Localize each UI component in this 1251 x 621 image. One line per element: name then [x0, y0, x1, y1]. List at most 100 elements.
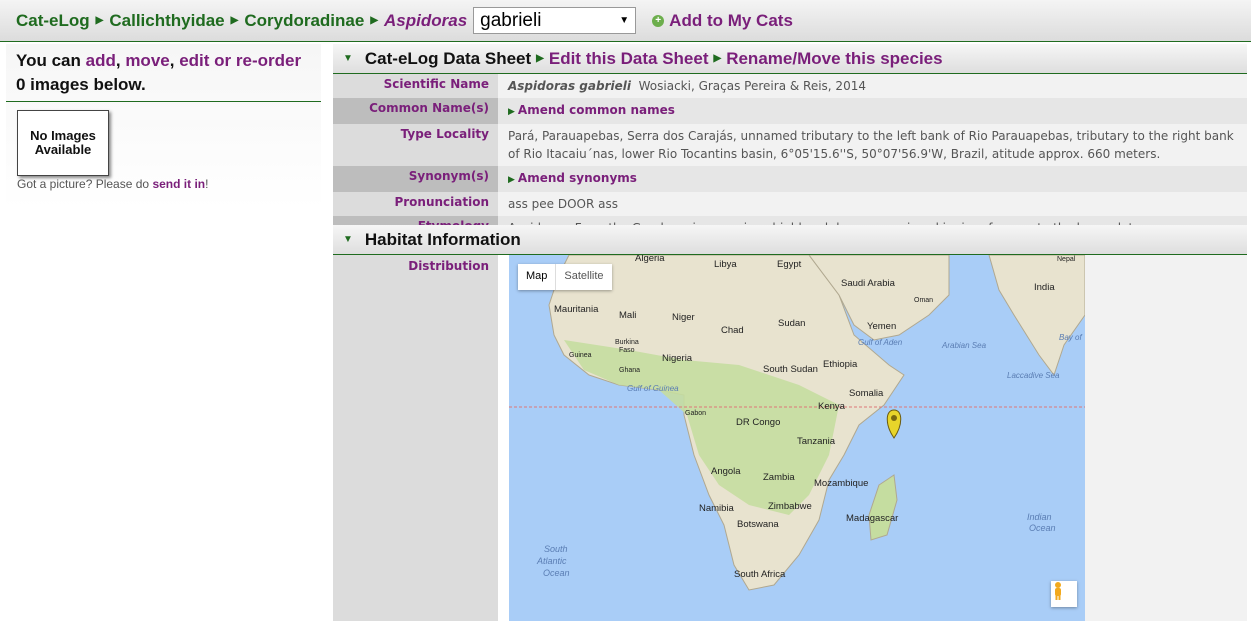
plus-icon: +	[652, 14, 665, 27]
edit-reorder-link[interactable]: edit or re-order	[179, 51, 301, 70]
synonyms-label: Synonym(s)	[333, 166, 498, 192]
map-label: Nepal	[1057, 256, 1076, 263]
location-marker-icon[interactable]	[886, 409, 902, 439]
authority: Wosiacki, Graças Pereira & Reis, 2014	[638, 79, 866, 93]
map-label: South Africa	[734, 569, 786, 580]
map-label: Nigeria	[662, 353, 693, 364]
scientific-name-label: Scientific Name	[333, 74, 498, 98]
submit-picture-text: Got a picture? Please do send it in!	[17, 177, 208, 191]
map-label: Algeria	[635, 255, 665, 264]
collapse-triangle-icon[interactable]: ▼	[343, 234, 353, 245]
image-panel: You can add, move, edit or re-order 0 im…	[6, 44, 321, 209]
move-image-link[interactable]: move	[125, 51, 169, 70]
map-label: Kenya	[818, 401, 846, 412]
map-label: Madagascar	[846, 513, 898, 524]
right-fill	[1085, 255, 1247, 621]
ocean-label: Indian	[1027, 512, 1052, 522]
map-label: Somalia	[849, 388, 884, 399]
datasheet-title: Cat-eLog Data Sheet	[364, 48, 532, 68]
map-label: Tanzania	[797, 436, 836, 447]
image-panel-heading: You can add, move, edit or re-order 0 im…	[6, 44, 321, 102]
amend-synonyms-label: Amend synonyms	[517, 171, 637, 185]
distribution-label: Distribution	[333, 255, 498, 621]
row-type-locality: Type Locality Pará, Parauapebas, Serra d…	[333, 124, 1247, 166]
habitat-title: Habitat Information	[364, 229, 521, 249]
map-label: Oman	[914, 297, 933, 304]
breadcrumb-genus[interactable]: Aspidoras	[384, 11, 467, 31]
ocean-label: Bay of	[1059, 333, 1082, 342]
map-label: Zimbabwe	[768, 501, 812, 512]
heading-prefix: You can	[16, 51, 81, 70]
pronunciation-label: Pronunciation	[333, 192, 498, 216]
arrow-icon: ▶	[508, 175, 515, 185]
map-label: Botswana	[737, 519, 779, 530]
datasheet-header: ▼ Cat-eLog Data Sheet ▶ Edit this Data S…	[333, 44, 1247, 74]
datasheet-table: Scientific Name Aspidoras gabrieli Wosia…	[333, 74, 1247, 240]
arrow-icon: ▶	[508, 107, 515, 117]
got-picture-text: Got a picture? Please do	[17, 177, 150, 191]
ocean-label: Ocean	[543, 568, 570, 578]
common-names-label: Common Name(s)	[333, 98, 498, 124]
map-label: Saudi Arabia	[841, 278, 896, 289]
breadcrumb-cat-elog[interactable]: Cat-eLog	[16, 11, 90, 31]
india-land	[988, 255, 1085, 377]
satellite-tab[interactable]: Satellite	[556, 264, 611, 290]
add-to-my-cats-link[interactable]: + Add to My Cats	[652, 11, 793, 31]
add-image-link[interactable]: add	[86, 51, 116, 70]
species-select-value: gabrieli	[480, 9, 542, 31]
map-label: Faso	[619, 347, 635, 354]
pronunciation-value: ass pee DOOR ass	[498, 192, 1247, 216]
distribution-map[interactable]: Algeria Libya Egypt Saudi Arabia Oman In…	[509, 255, 1085, 621]
map-label: Mozambique	[814, 478, 868, 489]
breadcrumb-callichthyidae[interactable]: Callichthyidae	[109, 11, 224, 31]
comma: ,	[115, 51, 121, 70]
map-label: Sudan	[778, 318, 805, 329]
exclaim: !	[205, 177, 209, 191]
breadcrumb-arrow-icon: ▶	[370, 15, 379, 26]
map-label: Yemen	[867, 321, 896, 332]
amend-common-names-link[interactable]: ▶ Amend common names	[508, 103, 675, 117]
image-count: 0 images below.	[16, 75, 146, 94]
map-label: Zambia	[763, 472, 795, 483]
species-select[interactable]: gabrieli ▼	[473, 7, 637, 34]
map-label: Angola	[711, 466, 741, 477]
type-locality-value: Pará, Parauapebas, Serra dos Carajás, un…	[498, 124, 1247, 166]
habitat-header: ▼ Habitat Information	[333, 225, 1247, 255]
map-label: Namibia	[699, 503, 735, 514]
row-common-names: Common Name(s) ▶ Amend common names	[333, 98, 1247, 124]
map-label: DR Congo	[736, 417, 780, 428]
add-to-my-cats-label: Add to My Cats	[669, 10, 793, 30]
amend-synonyms-link[interactable]: ▶ Amend synonyms	[508, 171, 637, 185]
breadcrumb-arrow-icon: ▶	[95, 15, 104, 26]
map-canvas: Algeria Libya Egypt Saudi Arabia Oman In…	[509, 255, 1085, 591]
row-scientific-name: Scientific Name Aspidoras gabrieli Wosia…	[333, 74, 1247, 98]
map-label: Ethiopia	[823, 359, 858, 370]
rename-move-link[interactable]: Rename/Move this species	[726, 49, 942, 69]
collapse-triangle-icon[interactable]: ▼	[343, 53, 353, 64]
ocean-label: Gulf of Guinea	[627, 384, 679, 393]
map-label: South Sudan	[763, 364, 818, 375]
map-label: Mauritania	[554, 304, 599, 315]
map-label: Niger	[672, 312, 695, 323]
dropdown-arrow-icon: ▼	[619, 15, 630, 26]
arrow-icon: ▶	[536, 53, 544, 64]
map-tab[interactable]: Map	[518, 264, 557, 290]
row-synonyms: Synonym(s) ▶ Amend synonyms	[333, 166, 1247, 192]
send-it-in-link[interactable]: send it in	[152, 177, 205, 191]
breadcrumb-corydoradinae[interactable]: Corydoradinae	[244, 11, 364, 31]
ocean-label: Gulf of Aden	[858, 338, 903, 347]
map-label: Mali	[619, 310, 636, 321]
edit-datasheet-link[interactable]: Edit this Data Sheet	[549, 49, 709, 69]
ocean-label: Atlantic	[536, 556, 567, 566]
scientific-name: Aspidoras gabrieli	[508, 79, 631, 93]
map-label: Libya	[714, 259, 737, 270]
row-pronunciation: Pronunciation ass pee DOOR ass	[333, 192, 1247, 216]
ocean-label: South	[544, 544, 568, 554]
street-view-pegman-icon[interactable]	[1051, 581, 1077, 607]
breadcrumb-bar: Cat-eLog ▶ Callichthyidae ▶ Corydoradina…	[0, 0, 1251, 42]
ocean-label: Arabian Sea	[941, 341, 987, 350]
pegman-icon	[1055, 582, 1061, 600]
madagascar-land	[868, 474, 898, 541]
map-label: Ghana	[619, 367, 640, 374]
ocean-label: Ocean	[1029, 523, 1056, 533]
